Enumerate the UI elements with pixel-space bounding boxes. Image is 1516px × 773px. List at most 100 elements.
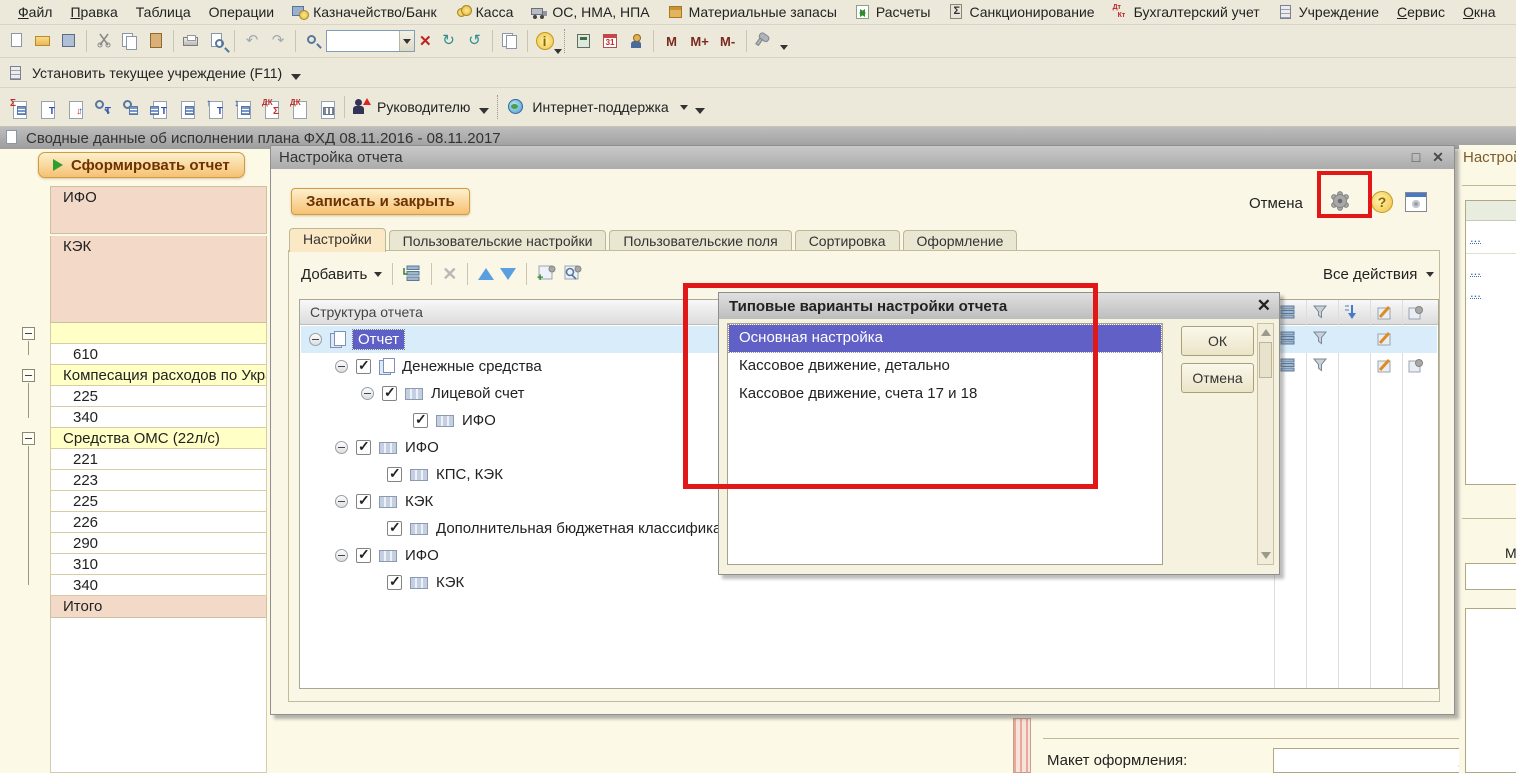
tab-sorting[interactable]: Сортировка <box>795 230 900 252</box>
checkbox-checked[interactable] <box>387 521 402 536</box>
print-button[interactable] <box>178 28 204 54</box>
checkbox-checked[interactable] <box>356 440 371 455</box>
memory-minus-button[interactable]: M- <box>714 28 742 54</box>
menu-inventory[interactable]: Материальные запасы <box>660 2 845 22</box>
open-settings-button[interactable] <box>563 264 583 285</box>
move-up-button[interactable] <box>478 268 494 280</box>
save-button[interactable] <box>56 28 82 54</box>
open-button[interactable] <box>30 28 56 54</box>
collapse-icon[interactable] <box>309 333 322 346</box>
menu-edit[interactable]: Правка <box>62 2 125 22</box>
add-group-settings-button[interactable]: + <box>537 264 557 285</box>
collapse-group-button[interactable] <box>22 432 35 445</box>
background-field[interactable] <box>1465 563 1516 590</box>
maximize-button[interactable]: □ <box>1406 148 1426 166</box>
extra-settings-column-icon[interactable] <box>1408 304 1424 323</box>
save-and-close-button[interactable]: Записать и закрыть <box>291 188 470 215</box>
memory-plus-button[interactable]: M+ <box>686 28 714 54</box>
menu-operations[interactable]: Операции <box>201 2 283 22</box>
ok-button[interactable]: ОК <box>1181 326 1254 356</box>
cut-button[interactable] <box>91 28 117 54</box>
checkbox-checked[interactable] <box>356 548 371 563</box>
checkbox-checked[interactable] <box>387 575 402 590</box>
extra-settings-cell-icon[interactable] <box>1408 357 1424 376</box>
print-preview-button[interactable] <box>204 28 230 54</box>
sigma-table-report-button[interactable]: Σ <box>4 93 32 121</box>
collapse-icon[interactable] <box>335 441 348 454</box>
sort-column-icon[interactable] <box>1344 304 1360 323</box>
dialog-cancel-button[interactable]: Отмена <box>1249 195 1303 212</box>
dialog-titlebar[interactable]: Настройка отчета □ ✕ <box>271 146 1454 169</box>
menu-accounting[interactable]: Бухгалтерский учет <box>1105 2 1268 22</box>
menu-file[interactable]: Файл <box>10 2 60 22</box>
collapse-icon[interactable] <box>335 549 348 562</box>
find-next-button[interactable]: ↻ <box>436 28 462 54</box>
help-button[interactable]: ? <box>1371 191 1393 213</box>
popup-close-button[interactable]: ✕ <box>1257 296 1271 316</box>
internet-support-button[interactable]: Интернет-поддержка <box>504 94 691 120</box>
close-button[interactable]: ✕ <box>1428 148 1448 166</box>
collapse-group-button[interactable] <box>22 327 35 340</box>
find-text-button[interactable]: T <box>88 93 116 121</box>
clear-search-button[interactable]: ✕ <box>419 32 432 50</box>
appearance-cell-icon[interactable] <box>1376 330 1392 349</box>
table-row[interactable]: 225 <box>50 491 267 512</box>
calculator-button[interactable] <box>571 28 597 54</box>
layout-template-field[interactable]: ... <box>1273 748 1473 773</box>
choose-link[interactable]: ... <box>1470 288 1481 299</box>
popup-cancel-button[interactable]: Отмена <box>1181 363 1254 393</box>
find-button[interactable] <box>300 28 326 54</box>
dk-document-button[interactable]: ДК <box>284 93 312 121</box>
for-manager-button[interactable]: Руководителю <box>349 94 476 120</box>
table-row[interactable] <box>50 323 267 344</box>
all-actions-button[interactable]: Все действия <box>1323 266 1434 283</box>
table-row[interactable]: 225 <box>50 386 267 407</box>
checkbox-checked[interactable] <box>382 386 397 401</box>
set-institution-button[interactable]: Установить текущее учреждение (F11) <box>4 60 288 86</box>
background-field[interactable] <box>1465 608 1516 773</box>
table-row[interactable]: Средства ОМС (22л/с) <box>50 428 267 449</box>
menu-authorization[interactable]: Санкционирование <box>940 2 1102 22</box>
filter-cell-icon[interactable] <box>1312 330 1328 349</box>
settings-wrench-button[interactable] <box>751 28 777 54</box>
menu-institution[interactable]: Учреждение <box>1270 2 1387 22</box>
memory-recall-button[interactable]: M <box>658 28 686 54</box>
calendar-button[interactable] <box>597 28 623 54</box>
quick-search-input[interactable] <box>327 32 399 50</box>
user-settings-button[interactable] <box>623 28 649 54</box>
redo-button[interactable]: ↷ <box>265 28 291 54</box>
background-scrollbar[interactable] <box>1013 718 1031 773</box>
copy-button[interactable] <box>117 28 143 54</box>
menu-windows[interactable]: Окна <box>1455 2 1504 22</box>
form-settings-button[interactable] <box>1405 192 1427 212</box>
paste-button[interactable] <box>143 28 169 54</box>
new-document-button[interactable] <box>4 28 30 54</box>
checker-grid-button[interactable] <box>312 93 340 121</box>
choose-link[interactable]: ... <box>1470 266 1481 277</box>
menu-fixed-assets[interactable]: ОС, НМА, НПА <box>523 2 657 22</box>
table-row[interactable]: 221 <box>50 449 267 470</box>
generate-report-button[interactable]: Сформировать отчет <box>38 152 245 178</box>
table-row[interactable]: 610 <box>50 344 267 365</box>
copy-window-button[interactable] <box>497 28 523 54</box>
filter-column-icon[interactable] <box>1312 304 1328 323</box>
list-text-button[interactable]: T <box>144 93 172 121</box>
menu-service[interactable]: Сервис <box>1389 2 1453 22</box>
collapse-icon[interactable] <box>335 360 348 373</box>
table-row[interactable]: 340 <box>50 407 267 428</box>
find-previous-button[interactable]: ↺ <box>462 28 488 54</box>
checkbox-checked[interactable] <box>356 494 371 509</box>
menu-settlements[interactable]: Расчеты <box>847 2 939 22</box>
info-button[interactable]: i <box>532 28 558 54</box>
table-row[interactable]: 290 <box>50 533 267 554</box>
tab-appearance[interactable]: Оформление <box>903 230 1018 252</box>
search-dropdown-button[interactable] <box>399 31 414 51</box>
scroll-thumb[interactable] <box>1259 342 1272 378</box>
move-text-button[interactable]: ↑T <box>200 93 228 121</box>
fields-cell-icon[interactable] <box>1280 331 1296 348</box>
checkbox-checked[interactable] <box>356 359 371 374</box>
fields-cell-icon[interactable] <box>1280 358 1296 375</box>
update-report-button[interactable]: ↓↑ <box>60 93 88 121</box>
dk-sigma-button[interactable]: ДКΣ <box>256 93 284 121</box>
table-text-report-button[interactable]: T <box>32 93 60 121</box>
